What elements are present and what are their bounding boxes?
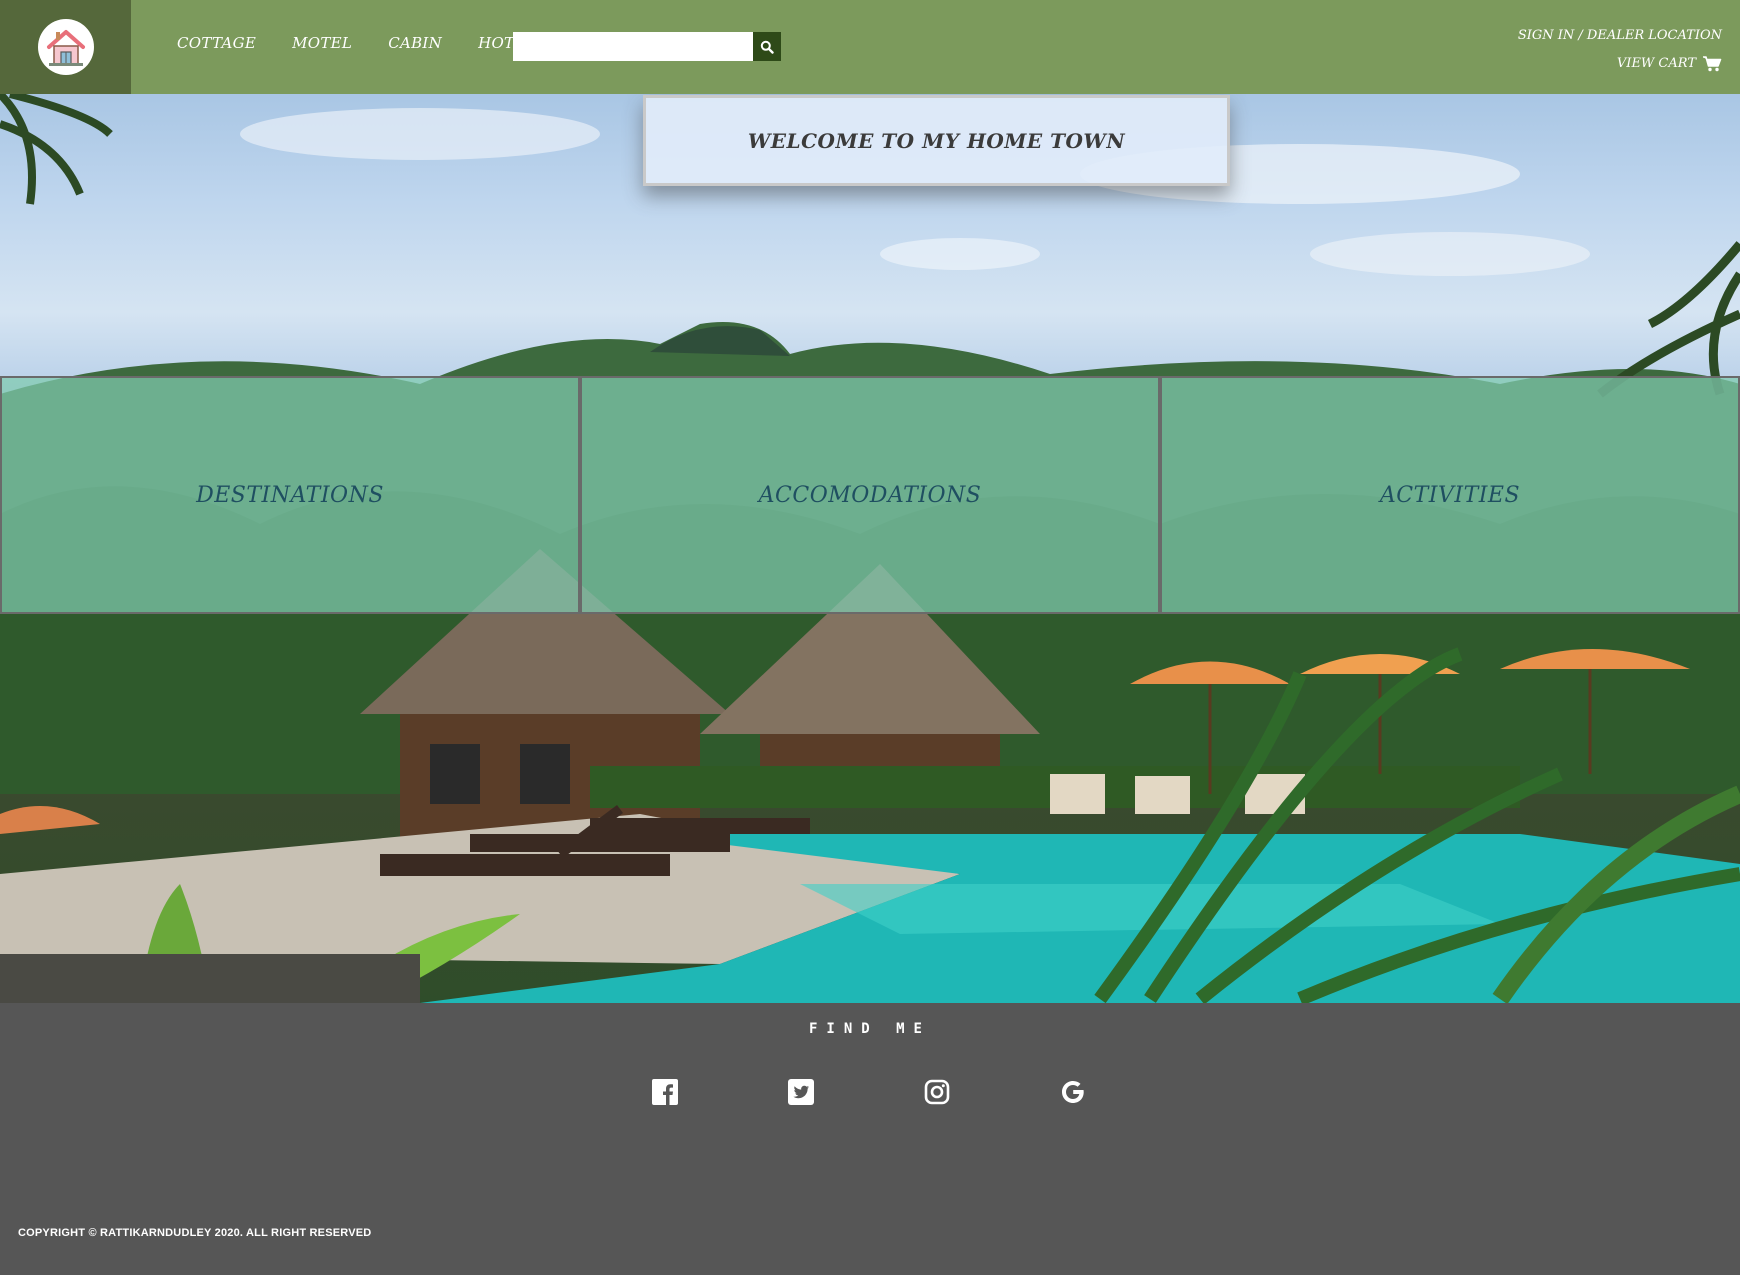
google-icon — [1062, 1081, 1084, 1103]
welcome-banner: WELCOME TO MY HOME TOWN — [643, 95, 1230, 186]
destinations-card[interactable]: DESTINATIONS — [0, 376, 580, 614]
copyright-text: COPYRIGHT © RATTIKARNDUDLEY 2020. ALL RI… — [18, 1227, 372, 1239]
account-links: SIGN IN / DEALER LOCATION VIEW CART — [1518, 22, 1722, 78]
top-navbar: COTTAGE MOTEL CABIN HOTEL SIGN IN / DEAL… — [0, 0, 1740, 94]
instagram-link[interactable] — [922, 1077, 952, 1107]
search-button[interactable] — [753, 32, 781, 61]
footer: FIND ME COPYRIGHT © RATTIKARNDUDLEY 2020… — [0, 1003, 1740, 1275]
search-icon — [760, 40, 774, 54]
facebook-icon — [652, 1079, 678, 1105]
google-link[interactable] — [1058, 1077, 1088, 1107]
search-bar — [513, 32, 781, 61]
activities-label: ACTIVITIES — [1379, 482, 1521, 508]
nav-cottage[interactable]: COTTAGE — [177, 34, 256, 52]
twitter-icon — [788, 1079, 814, 1105]
activities-card[interactable]: ACTIVITIES — [1160, 376, 1740, 614]
logo-container — [0, 0, 131, 94]
find-me-heading: FIND ME — [808, 1021, 931, 1037]
instagram-icon — [924, 1079, 950, 1105]
welcome-title: WELCOME TO MY HOME TOWN — [747, 128, 1126, 153]
search-input[interactable] — [513, 32, 753, 61]
nav-cabin[interactable]: CABIN — [388, 34, 442, 52]
view-cart-label: VIEW CART — [1616, 56, 1696, 71]
destinations-label: DESTINATIONS — [196, 482, 384, 508]
facebook-link[interactable] — [650, 1077, 680, 1107]
accommodations-label: ACCOMODATIONS — [758, 482, 982, 508]
cart-icon — [1703, 56, 1722, 72]
category-panels: DESTINATIONS ACCOMODATIONS ACTIVITIES — [0, 376, 1740, 614]
hero-section: WELCOME TO MY HOME TOWN DESTINATIONS ACC… — [0, 94, 1740, 1003]
twitter-link[interactable] — [786, 1077, 816, 1107]
accommodations-card[interactable]: ACCOMODATIONS — [580, 376, 1160, 614]
home-logo-icon[interactable] — [38, 19, 94, 75]
sign-in-link[interactable]: SIGN IN / DEALER LOCATION — [1518, 22, 1722, 50]
main-nav: COTTAGE MOTEL CABIN HOTEL — [177, 34, 536, 52]
view-cart-link[interactable]: VIEW CART — [1518, 50, 1722, 78]
nav-motel[interactable]: MOTEL — [292, 34, 352, 52]
